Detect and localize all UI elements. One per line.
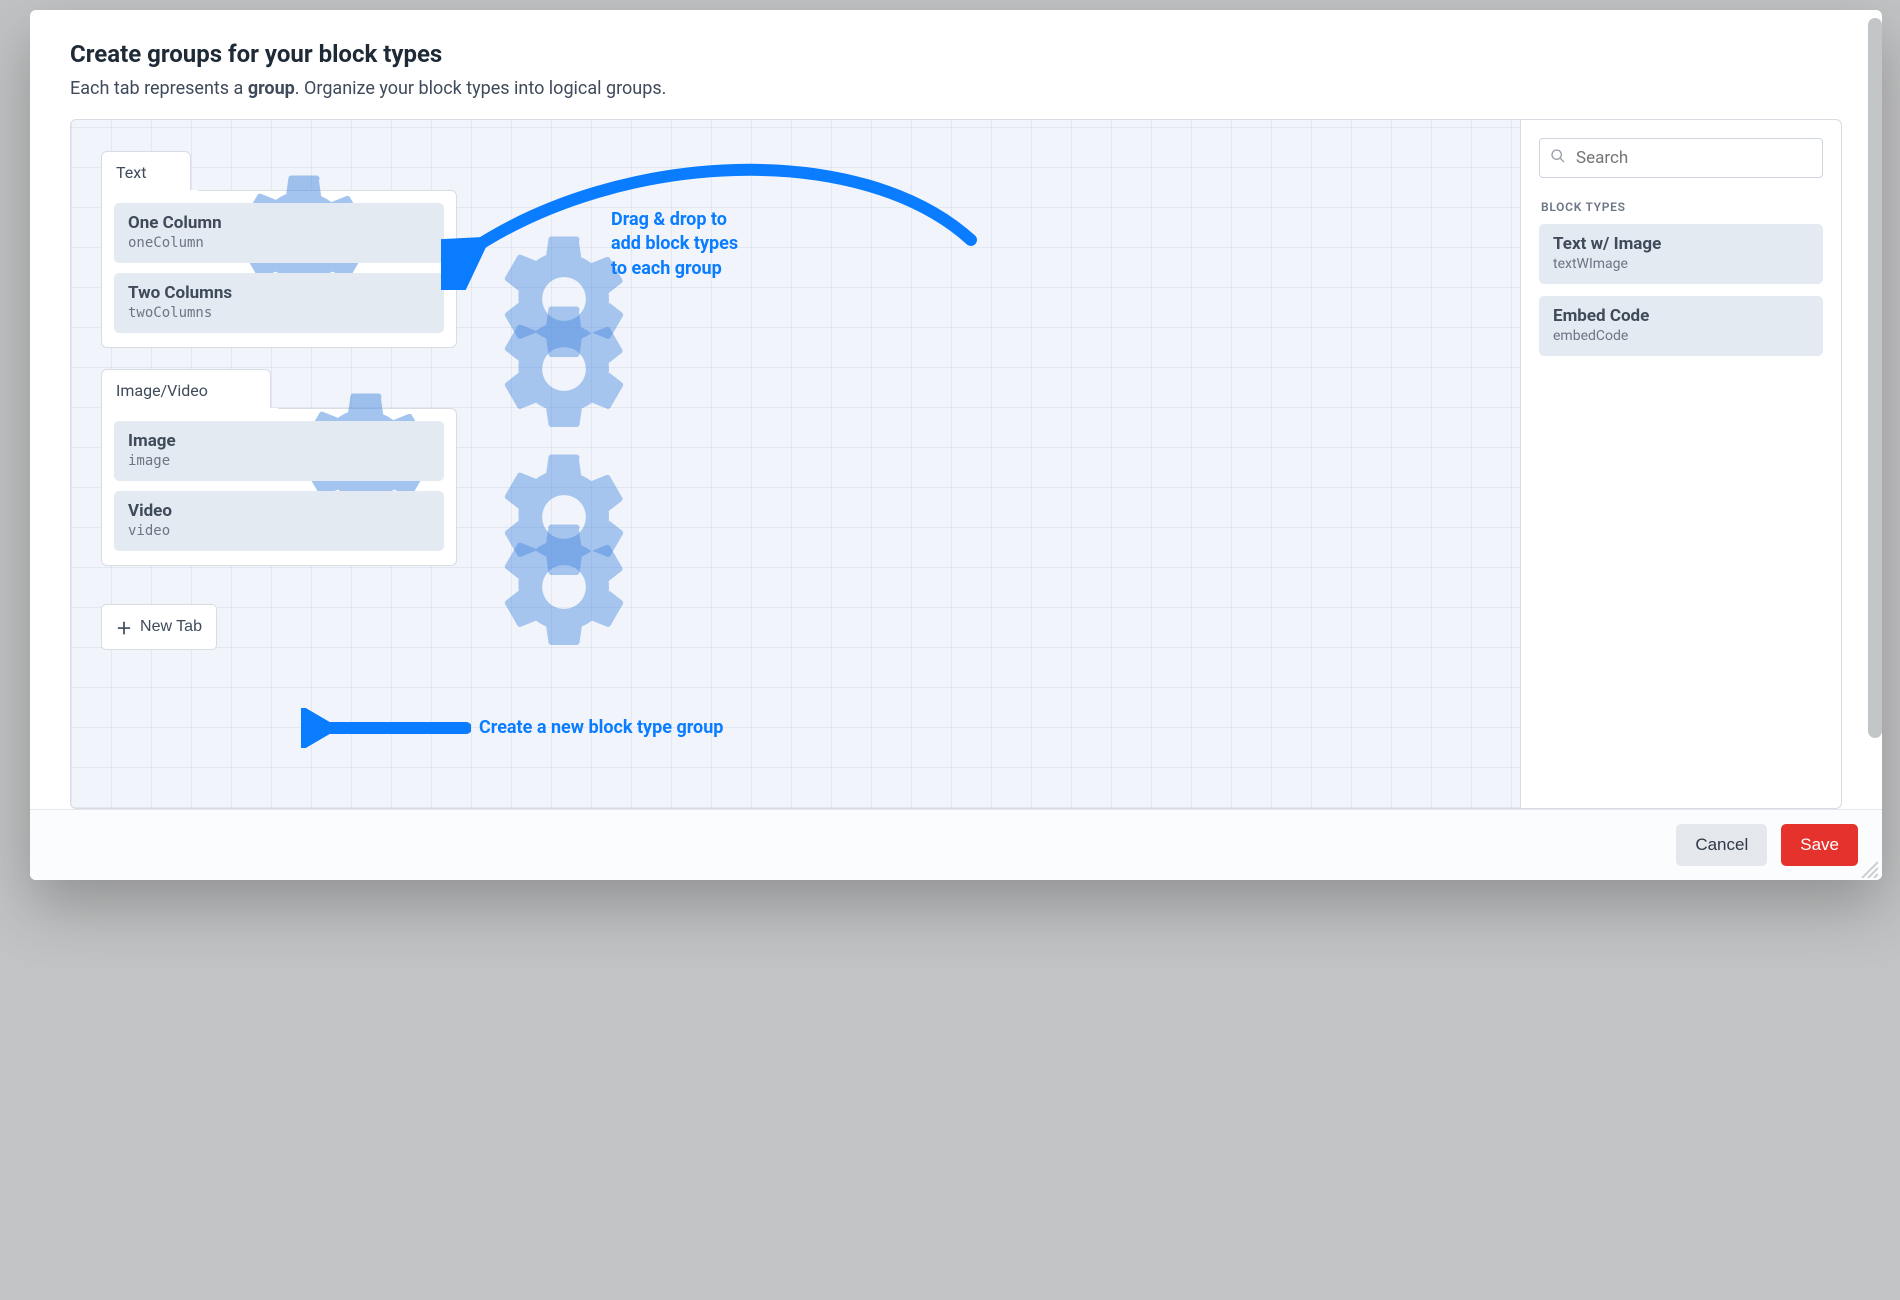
block-row[interactable]: Image image — [114, 421, 444, 481]
group-card[interactable]: Image/Video Image image Video video — [101, 408, 457, 566]
group-card[interactable]: Text One Column oneColumn Two Columns tw… — [101, 190, 457, 348]
gear-icon[interactable] — [414, 442, 432, 460]
block-title: Image — [128, 431, 400, 451]
group-tab[interactable]: Text — [101, 151, 191, 192]
workspace: Text One Column oneColumn Two Columns tw… — [70, 119, 1842, 809]
group-tab-label: Text — [116, 163, 146, 182]
search-field[interactable] — [1574, 147, 1812, 169]
gear-icon[interactable] — [414, 224, 432, 242]
annotation-create-group: Create a new block type group — [479, 717, 723, 738]
block-handle: video — [128, 523, 400, 539]
block-type-item[interactable]: Embed Code embedCode — [1539, 296, 1823, 356]
block-type-title: Text w/ Image — [1553, 234, 1809, 254]
plus-icon: ＋ — [116, 615, 132, 639]
cancel-button[interactable]: Cancel — [1676, 824, 1767, 866]
group-tab[interactable]: Image/Video — [101, 369, 271, 410]
search-icon — [1550, 148, 1566, 169]
gear-icon[interactable] — [154, 163, 172, 181]
save-button[interactable]: Save — [1781, 824, 1858, 866]
scrollbar[interactable] — [1868, 18, 1882, 738]
block-type-handle: textWImage — [1553, 256, 1809, 272]
block-handle: image — [128, 453, 400, 469]
annotation-arrow-straight — [301, 708, 471, 748]
block-row[interactable]: Video video — [114, 491, 444, 551]
dialog-heading: Create groups for your block types Each … — [30, 10, 1882, 99]
block-handle: twoColumns — [128, 305, 400, 321]
block-type-item[interactable]: Text w/ Image textWImage — [1539, 224, 1823, 284]
search-input[interactable] — [1539, 138, 1823, 178]
sidebar: BLOCK TYPES Text w/ Image textWImage Emb… — [1521, 120, 1841, 808]
gear-icon[interactable] — [414, 294, 432, 312]
new-tab-button[interactable]: ＋ New Tab — [101, 604, 217, 650]
block-type-title: Embed Code — [1553, 306, 1809, 326]
sidebar-section-label: BLOCK TYPES — [1541, 200, 1823, 214]
gear-icon[interactable] — [216, 381, 234, 399]
block-handle: oneColumn — [128, 235, 400, 251]
block-title: Two Columns — [128, 283, 400, 303]
resize-handle-icon[interactable] — [1858, 858, 1878, 878]
block-title: One Column — [128, 213, 400, 233]
block-type-handle: embedCode — [1553, 328, 1809, 344]
new-tab-label: New Tab — [140, 618, 202, 636]
dialog-footer: Cancel Save — [30, 809, 1882, 880]
gear-icon[interactable] — [414, 512, 432, 530]
block-row[interactable]: One Column oneColumn — [114, 203, 444, 263]
group-tab-label: Image/Video — [116, 381, 208, 400]
page-subtitle: Each tab represents a group. Organize yo… — [70, 78, 1842, 99]
dialog: Create groups for your block types Each … — [30, 10, 1882, 880]
block-title: Video — [128, 501, 400, 521]
block-row[interactable]: Two Columns twoColumns — [114, 273, 444, 333]
canvas-area[interactable]: Text One Column oneColumn Two Columns tw… — [71, 120, 1521, 808]
page-title: Create groups for your block types — [70, 40, 1842, 68]
